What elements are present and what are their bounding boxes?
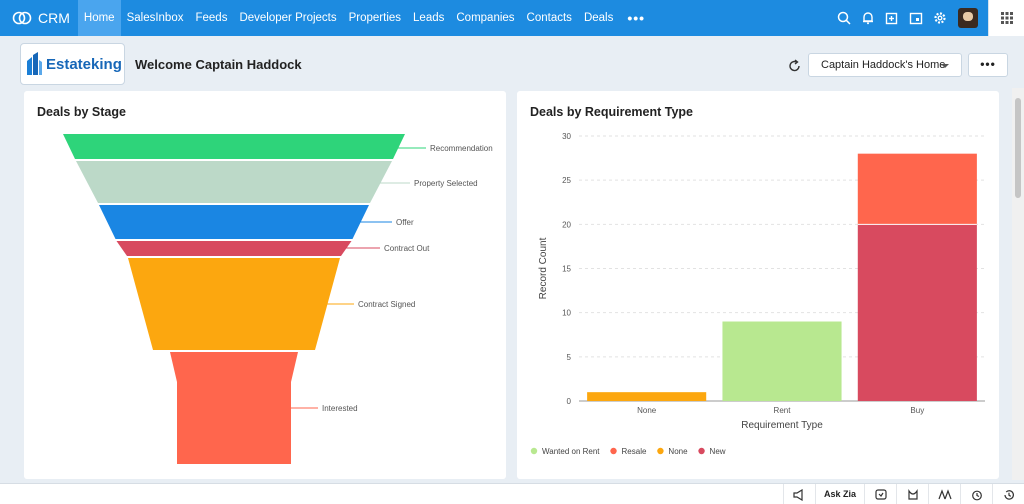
legend-label[interactable]: New — [710, 447, 726, 456]
legend-swatch — [610, 447, 617, 455]
notifications-bell-icon[interactable] — [856, 0, 880, 36]
y-tick-label: 5 — [567, 353, 572, 362]
funnel-label: Offer — [396, 218, 414, 227]
settings-gear-icon[interactable] — [928, 0, 952, 36]
bar-chart: 0 5 10 15 20 25 30 None Rent Buy Requirement Type R… — [530, 132, 985, 456]
funnel-segment-0[interactable] — [63, 134, 405, 159]
bar-segment[interactable] — [857, 224, 977, 401]
y-tick-label: 25 — [562, 176, 571, 185]
building-logo-icon — [27, 52, 42, 75]
crm-logo-icon — [12, 11, 32, 25]
funnel-label: Contract Signed — [358, 300, 415, 309]
y-tick-label: 10 — [562, 309, 571, 318]
user-avatar[interactable] — [958, 8, 978, 28]
scrollbar-thumb[interactable] — [1015, 98, 1021, 198]
deals-by-stage-card: Deals by Stage Recommendation Property Se… — [24, 91, 506, 479]
top-navbar: CRM Home SalesInbox Feeds Developer Project… — [0, 0, 1024, 36]
nav-item-properties[interactable]: Properties — [343, 0, 407, 36]
chat-icon[interactable] — [864, 484, 896, 504]
more-options-button[interactable]: ••• — [968, 53, 1008, 77]
nav-item-companies[interactable]: Companies — [450, 0, 520, 36]
signals-icon[interactable] — [928, 484, 960, 504]
deals-by-requirement-card: Deals by Requirement Type 0 5 10 15 20 25 30 No… — [517, 91, 999, 479]
legend-swatch — [657, 447, 664, 455]
y-axis-label: Record Count — [538, 237, 549, 299]
nav-item-home[interactable]: Home — [77, 0, 121, 36]
funnel-label: Interested — [322, 404, 358, 413]
main-nav: Home SalesInbox Feeds Developer Projects Pro… — [77, 0, 619, 36]
announcement-icon[interactable] — [782, 484, 815, 504]
funnel-label: Recommendation — [430, 144, 493, 153]
funnel-segment-1[interactable] — [76, 161, 392, 203]
crm-brand[interactable]: CRM — [0, 0, 78, 36]
contacts-icon[interactable] — [896, 484, 928, 504]
page-scrollbar[interactable] — [1012, 88, 1024, 480]
y-tick-label: 15 — [562, 265, 571, 274]
y-tick-label: 0 — [567, 397, 572, 406]
legend-swatch — [698, 447, 705, 455]
app-name: CRM — [38, 10, 70, 26]
company-logo: Estateking — [20, 43, 125, 85]
nav-more-button[interactable]: ••• — [619, 0, 653, 36]
calendar-icon[interactable] — [904, 0, 928, 36]
legend-label[interactable]: Resale — [622, 447, 647, 456]
home-view-select[interactable]: Captain Haddock's Home — [808, 53, 962, 77]
chevron-down-icon — [941, 64, 949, 68]
nav-item-deals[interactable]: Deals — [578, 0, 619, 36]
ask-zia-button[interactable]: Ask Zia — [814, 484, 864, 504]
bottom-bar: Ask Zia — [0, 483, 1024, 504]
funnel-label: Property Selected — [414, 179, 478, 188]
x-axis-label: Requirement Type — [741, 420, 823, 431]
funnel-segment-3[interactable] — [116, 241, 352, 256]
welcome-title: Welcome Captain Haddock — [135, 57, 302, 72]
nav-item-contacts[interactable]: Contacts — [521, 0, 578, 36]
bar-segment[interactable] — [722, 321, 842, 402]
y-tick-label: 20 — [562, 220, 571, 229]
refresh-icon[interactable] — [785, 56, 805, 76]
x-tick-label: None — [637, 406, 657, 415]
bar-segment[interactable] — [587, 392, 707, 401]
bar-segment[interactable] — [857, 153, 977, 225]
create-record-icon[interactable] — [880, 0, 904, 36]
funnel-chart: Recommendation Property Selected Offer Cont… — [63, 134, 493, 464]
bottom-icons: Ask Zia — [782, 484, 1024, 504]
top-icons — [832, 0, 1024, 36]
funnel-segment-4[interactable] — [128, 258, 340, 350]
logo-text: Estateking — [46, 55, 122, 73]
legend-label[interactable]: None — [668, 447, 688, 456]
legend-label[interactable]: Wanted on Rent — [542, 447, 600, 456]
history-icon[interactable] — [992, 484, 1024, 504]
funnel-segment-5[interactable] — [170, 352, 298, 464]
nav-item-developer-projects[interactable]: Developer Projects — [233, 0, 342, 36]
y-tick-label: 30 — [562, 132, 571, 141]
legend-swatch — [530, 447, 538, 455]
apps-grid-icon[interactable] — [988, 0, 1024, 36]
funnel-label: Contract Out — [384, 244, 430, 253]
search-icon[interactable] — [832, 0, 856, 36]
nav-item-leads[interactable]: Leads — [407, 0, 450, 36]
home-view-select-value: Captain Haddock's Home — [821, 59, 946, 71]
funnel-segment-2[interactable] — [99, 205, 369, 239]
nav-item-feeds[interactable]: Feeds — [189, 0, 233, 36]
nav-item-salesinbox[interactable]: SalesInbox — [121, 0, 190, 36]
x-tick-label: Rent — [774, 406, 792, 415]
x-tick-label: Buy — [910, 406, 924, 415]
alarm-clock-icon[interactable] — [960, 484, 992, 504]
